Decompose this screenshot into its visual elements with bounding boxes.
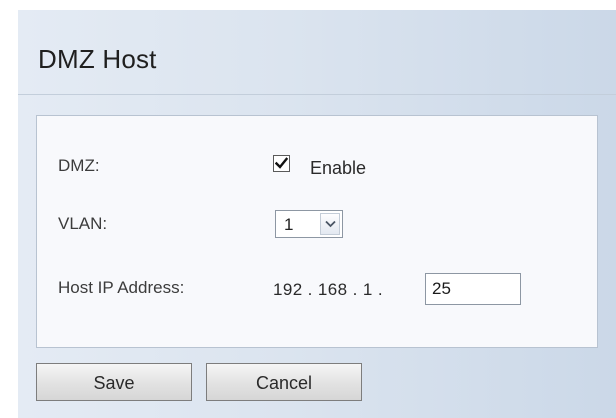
page-container: DMZ Host DMZ: Enable VLAN: 1 Host IP Add… bbox=[18, 10, 616, 418]
dmz-enable-checkbox[interactable] bbox=[273, 155, 290, 172]
host-ip-last-octet-input[interactable] bbox=[425, 273, 521, 305]
host-ip-label: Host IP Address: bbox=[58, 278, 185, 297]
dmz-enable-label[interactable]: Enable bbox=[310, 158, 366, 179]
vlan-dropdown-button[interactable] bbox=[320, 213, 340, 235]
chevron-down-icon bbox=[325, 220, 336, 228]
vlan-selected-value: 1 bbox=[284, 215, 294, 234]
page-title: DMZ Host bbox=[38, 44, 157, 74]
title-divider bbox=[18, 94, 616, 95]
dmz-label: DMZ: bbox=[58, 156, 100, 175]
vlan-row: VLAN: 1 bbox=[37, 209, 597, 239]
vlan-select[interactable]: 1 bbox=[275, 210, 343, 238]
save-button[interactable]: Save bbox=[36, 363, 192, 401]
dmz-settings-panel: DMZ: Enable VLAN: 1 Host IP Address: 192… bbox=[36, 115, 598, 348]
vlan-label: VLAN: bbox=[58, 214, 108, 233]
host-ip-row: Host IP Address: 192 . 168 . 1 . bbox=[37, 273, 597, 305]
checkmark-icon bbox=[275, 157, 288, 169]
dmz-row: DMZ: Enable bbox=[37, 151, 597, 181]
host-ip-prefix: 192 . 168 . 1 . bbox=[273, 280, 383, 299]
cancel-button[interactable]: Cancel bbox=[206, 363, 362, 401]
